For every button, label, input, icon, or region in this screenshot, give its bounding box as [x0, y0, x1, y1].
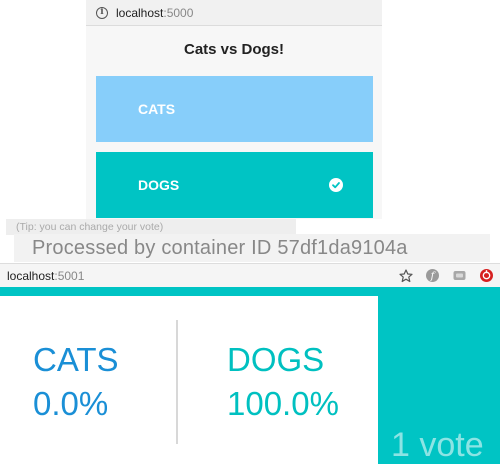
vote-count: 1 vote: [391, 426, 484, 464]
processed-by-container: Processed by container ID 57df1da9104a: [14, 234, 490, 262]
result-divider: [176, 320, 178, 444]
result-url-port: :5001: [54, 268, 85, 283]
result-votes-panel: 1 vote: [378, 296, 500, 464]
vote-dogs-button[interactable]: DOGS: [96, 152, 373, 218]
vote-url-host: localhost: [116, 5, 164, 20]
vote-url-port: :5000: [163, 5, 194, 20]
info-icon[interactable]: i: [96, 6, 108, 19]
vote-cats-label: CATS: [138, 101, 176, 117]
extension-red-icon[interactable]: [479, 268, 494, 283]
result-dogs-label: DOGS: [227, 341, 325, 378]
result-url-host: localhost: [7, 268, 55, 283]
browser-toolbar-icons: f: [398, 268, 494, 283]
extension-box-icon[interactable]: [452, 268, 467, 283]
result-cats-percent: 0.0%: [33, 385, 109, 422]
result-dogs-percent: 100.0%: [227, 385, 339, 422]
vote-tip: (Tip: you can change your vote): [6, 219, 296, 235]
star-icon[interactable]: [398, 268, 413, 283]
extension-f-icon[interactable]: f: [425, 268, 440, 283]
result-header-strip: [0, 287, 500, 296]
result-dogs: DOGS 100.0%: [227, 340, 339, 424]
result-cats: CATS 0.0%: [33, 340, 119, 424]
vote-cats-button[interactable]: CATS: [96, 76, 373, 142]
vote-address-bar[interactable]: i localhost:5000: [86, 0, 382, 26]
check-circle-icon: [329, 178, 343, 192]
vote-dogs-label: DOGS: [138, 177, 180, 193]
result-address-bar[interactable]: localhost:5001 f: [0, 263, 500, 287]
result-panel: CATS 0.0% DOGS 100.0%: [0, 296, 378, 464]
page-title: Cats vs Dogs!: [183, 41, 285, 58]
vote-app: Cats vs Dogs! CATS DOGS: [86, 26, 382, 219]
result-cats-label: CATS: [33, 341, 119, 378]
